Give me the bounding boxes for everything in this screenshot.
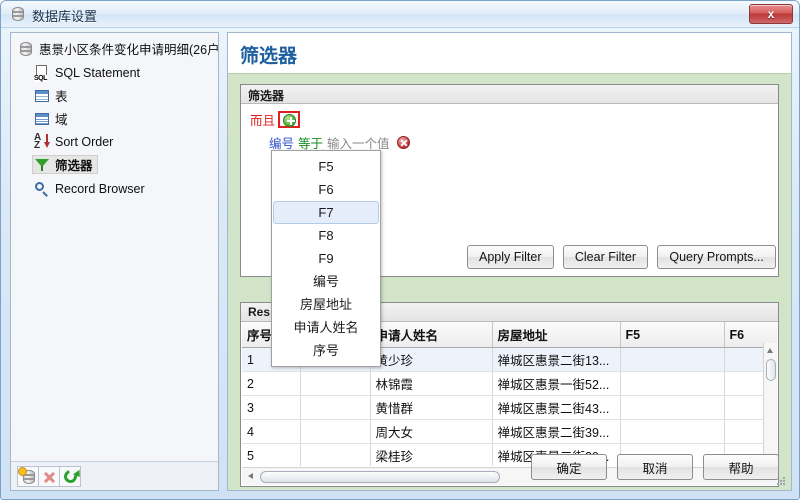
help-button[interactable]: 帮助	[703, 454, 779, 480]
sidebar-item-label: 域	[55, 113, 68, 127]
field-dropdown-menu[interactable]: F5 F6 F7 F8 F9 编号 房屋地址 申请人姓名 序号	[271, 150, 381, 367]
column-header[interactable]: 房屋地址	[492, 322, 621, 348]
sidebar-item-label: SQL Statement	[55, 65, 140, 80]
dropdown-option-bianhao[interactable]: 编号	[272, 270, 380, 293]
tree-root-node[interactable]: 惠景小区条件变化申请明细(26户 )	[18, 39, 218, 58]
title-bar: 数据库设置 x	[1, 1, 799, 28]
dropdown-option-f7[interactable]: F7	[273, 201, 379, 224]
dropdown-option-applicant[interactable]: 申请人姓名	[272, 316, 380, 339]
table-grid-icon	[34, 88, 50, 104]
dropdown-option-address[interactable]: 房屋地址	[272, 293, 380, 316]
cell: 3	[242, 395, 301, 420]
dropdown-option-f8[interactable]: F8	[272, 224, 380, 247]
cell	[300, 371, 371, 396]
vertical-scroll-thumb[interactable]	[766, 359, 776, 381]
cell: 黄惜群	[370, 395, 493, 420]
close-icon: x	[767, 7, 775, 21]
window-title: 数据库设置	[32, 9, 98, 24]
cell: 禅城区惠景一街52...	[492, 371, 621, 396]
filter-group-title: 筛选器	[241, 85, 778, 104]
cell: 禅城区惠景二街13...	[492, 347, 621, 372]
cell	[300, 395, 371, 420]
cell: 4	[242, 419, 301, 444]
object-tree: 惠景小区条件变化申请明细(26户 ) SQL SQL Statement 表 域…	[11, 33, 218, 461]
funnel-filter-icon	[34, 157, 50, 173]
add-condition-highlight	[278, 111, 301, 128]
sidebar-item-sql-statement[interactable]: SQL SQL Statement	[33, 63, 144, 82]
cell	[620, 395, 725, 420]
delete-circle-icon[interactable]	[396, 136, 410, 149]
sidebar-item-label: 表	[55, 90, 68, 104]
cancel-button[interactable]: 取消	[617, 454, 693, 480]
close-button[interactable]: x	[749, 4, 793, 24]
dialog-buttons: 确定 取消 帮助	[531, 454, 779, 480]
cell: 周大女	[370, 419, 493, 444]
refresh-green-icon[interactable]	[59, 465, 81, 487]
sort-az-icon: AZ	[34, 132, 50, 150]
cell: 梁桂珍	[370, 443, 493, 466]
magnifier-icon	[34, 181, 50, 197]
sidebar-item-filter[interactable]: 筛选器	[32, 155, 98, 174]
sidebar-item-label: Sort Order	[55, 134, 114, 149]
filter-conjunction-row: 而且	[250, 110, 301, 129]
database-icon	[10, 6, 26, 22]
sql-document-icon: SQL	[34, 64, 50, 82]
apply-filter-button[interactable]: Apply Filter	[467, 245, 554, 269]
scroll-up-icon[interactable]	[764, 344, 777, 357]
sidebar-item-fields[interactable]: 域	[33, 109, 72, 128]
cell	[620, 347, 725, 372]
cell	[620, 419, 725, 444]
cell: 林锦霞	[370, 371, 493, 396]
filter-action-buttons: Apply Filter Clear Filter Query Prompts.…	[467, 245, 776, 269]
database-icon	[18, 41, 34, 57]
query-prompts-button[interactable]: Query Prompts...	[657, 245, 776, 269]
dropdown-option-xuhao[interactable]: 序号	[272, 339, 380, 362]
cell: 2	[242, 371, 301, 396]
cell: 禅城区惠景二街43...	[492, 395, 621, 420]
sidebar-panel: 惠景小区条件变化申请明细(26户 ) SQL SQL Statement 表 域…	[10, 32, 219, 491]
delete-red-x-icon[interactable]	[38, 465, 60, 487]
clear-filter-button[interactable]: Clear Filter	[562, 245, 648, 269]
cell: 5	[242, 443, 301, 466]
sidebar-item-record-browser[interactable]: Record Browser	[33, 179, 149, 198]
sidebar-item-sort-order[interactable]: AZ Sort Order	[33, 132, 117, 151]
cell: 禅城区惠景二街39...	[492, 419, 621, 444]
sidebar-item-tables[interactable]: 表	[33, 86, 72, 105]
cell	[620, 371, 725, 396]
ok-button[interactable]: 确定	[531, 454, 607, 480]
sidebar-toolbar	[11, 461, 218, 490]
column-header[interactable]: 申请人姓名	[370, 322, 493, 348]
sidebar-item-label: 筛选器	[55, 159, 93, 173]
sidebar-item-label: Record Browser	[55, 181, 145, 196]
column-header[interactable]: F5	[620, 322, 725, 348]
tree-root-label: 惠景小区条件变化申请明细(26户 )	[39, 43, 218, 57]
conjunction-label[interactable]: 而且	[250, 110, 275, 129]
horizontal-scroll-thumb[interactable]	[260, 471, 500, 483]
add-plus-icon[interactable]	[283, 114, 297, 127]
new-database-icon[interactable]	[17, 465, 39, 487]
resize-grip[interactable]	[775, 475, 787, 487]
table-row[interactable]: 4 周大女 禅城区惠景二街39...	[242, 419, 777, 444]
table-row[interactable]: 3 黄惜群 禅城区惠景二街43...	[242, 395, 777, 420]
cell: 黄少珍	[370, 347, 493, 372]
dialog-window: 数据库设置 x 惠景小区条件变化申请明细(26户 ) SQL SQL State…	[0, 0, 800, 500]
dropdown-option-f9[interactable]: F9	[272, 247, 380, 270]
cell	[300, 419, 371, 444]
fields-list-icon	[34, 111, 50, 127]
dropdown-option-f6[interactable]: F6	[272, 178, 380, 201]
dropdown-option-f5[interactable]: F5	[272, 155, 380, 178]
vertical-scrollbar[interactable]	[763, 343, 777, 466]
page-title: 筛选器	[240, 46, 298, 67]
cell	[300, 443, 371, 466]
scroll-left-icon[interactable]	[244, 470, 257, 483]
table-row[interactable]: 2 林锦霞 禅城区惠景一街52...	[242, 371, 777, 396]
